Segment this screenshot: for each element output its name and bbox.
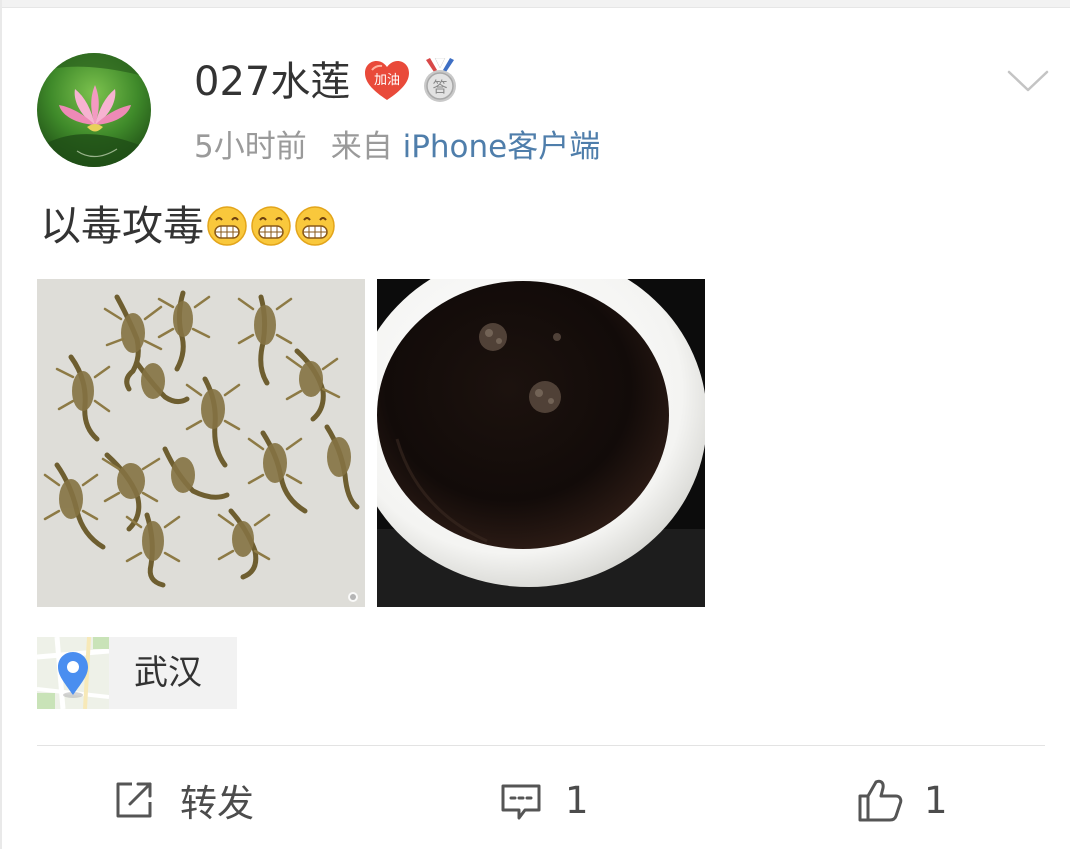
- grin-emoji-icon: [206, 205, 248, 247]
- grin-emoji-icon: [250, 205, 292, 247]
- post-meta: 5小时前 来自 iPhone客户端: [194, 126, 600, 168]
- like-button[interactable]: 1: [856, 770, 948, 830]
- post-content: 以毒攻毒: [40, 200, 336, 252]
- medal-icon[interactable]: 答: [420, 57, 460, 104]
- thumbs-up-icon: [858, 779, 903, 822]
- location-tag[interactable]: 武汉: [37, 637, 237, 709]
- badge-text: 加油: [374, 73, 400, 88]
- heart-badge-icon[interactable]: 加油: [364, 60, 410, 102]
- chevron-down-icon[interactable]: [1005, 64, 1051, 98]
- source-link[interactable]: iPhone客户端: [403, 129, 601, 165]
- top-separator: [0, 0, 1070, 8]
- repost-button[interactable]: 转发: [112, 770, 254, 830]
- action-divider: [37, 745, 1045, 746]
- grin-emoji-icon: [294, 205, 336, 247]
- map-pin-icon: [37, 637, 109, 709]
- repost-label: 转发: [180, 782, 254, 825]
- comment-count: 1: [565, 778, 589, 822]
- location-name: 武汉: [134, 653, 202, 693]
- comment-icon: [501, 784, 541, 820]
- dark-drink-bowl-photo[interactable]: [377, 279, 705, 607]
- author-name[interactable]: 027水莲: [194, 56, 350, 108]
- comment-button[interactable]: 1: [499, 770, 589, 830]
- medal-text: 答: [432, 78, 447, 96]
- left-border: [0, 0, 2, 849]
- like-count: 1: [924, 778, 948, 822]
- scorpions-photo[interactable]: [37, 279, 365, 607]
- share-out-icon: [116, 782, 152, 818]
- source-prefix: 来自: [330, 129, 393, 165]
- avatar[interactable]: [37, 53, 151, 167]
- post-text: 以毒攻毒: [40, 202, 204, 250]
- post-time: 5小时前: [194, 129, 307, 165]
